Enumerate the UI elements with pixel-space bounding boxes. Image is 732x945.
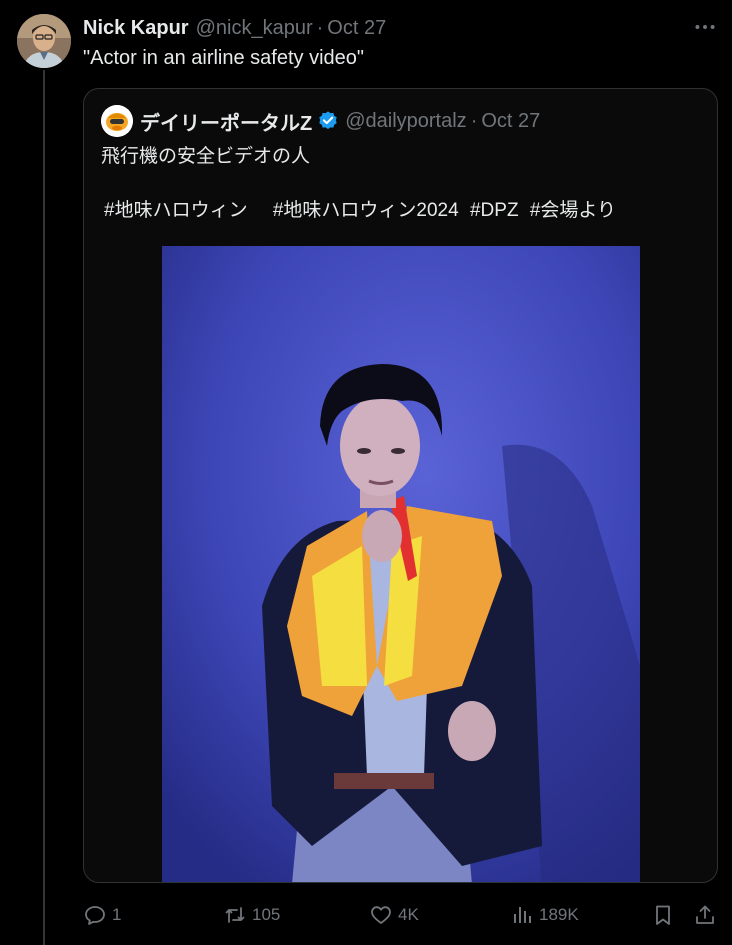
like-count: 4K (398, 905, 419, 924)
verified-icon[interactable] (317, 110, 339, 132)
hashtag[interactable]: #DPZ (470, 200, 519, 221)
quoted-post-header: デイリーポータルZ @dailyportalz · Oct 27 (140, 107, 540, 135)
share-button[interactable] (693, 900, 722, 930)
quoted-hashtags: #地味ハロウィン #地味ハロウィン2024 #DPZ #会場より (104, 197, 636, 225)
post-date[interactable]: Oct 27 (327, 17, 386, 40)
quoted-meta-separator: · (470, 109, 478, 132)
quoted-author-handle[interactable]: @dailyportalz (345, 110, 466, 133)
meta-separator: · (316, 16, 324, 39)
like-button[interactable]: 4K (369, 900, 419, 930)
bookmark-button[interactable] (651, 900, 680, 930)
like-icon (371, 906, 391, 924)
views-button[interactable]: 189K (510, 900, 579, 930)
dpz-logo-icon (101, 105, 133, 137)
action-bar: 1 105 4K 189K (83, 900, 723, 930)
avatar-photo (17, 14, 71, 68)
views-count: 189K (539, 905, 579, 924)
reply-icon (85, 906, 105, 925)
more-icon[interactable] (692, 14, 718, 40)
quoted-author-name[interactable]: デイリーポータルZ (140, 107, 312, 136)
post-header: Nick Kapur @nick_kapur · Oct 27 (83, 14, 386, 42)
hashtag[interactable]: #会場より (530, 200, 616, 221)
reply-button[interactable]: 1 (83, 900, 121, 930)
quoted-post-date[interactable]: Oct 27 (481, 110, 540, 133)
author-name[interactable]: Nick Kapur (83, 17, 189, 40)
bookmark-icon (656, 905, 670, 925)
repost-button[interactable]: 105 (223, 900, 280, 930)
hashtag[interactable]: #地味ハロウィン2024 (273, 200, 459, 221)
quoted-post-text: 飛行機の安全ビデオの人 (101, 146, 311, 167)
views-icon (514, 907, 531, 923)
repost-icon (225, 907, 245, 923)
post-text: "Actor in an airline safety video" (83, 47, 365, 69)
author-handle[interactable]: @nick_kapur (196, 17, 313, 40)
hashtag[interactable]: #地味ハロウィン (104, 200, 248, 221)
quoted-post-card[interactable]: デイリーポータルZ @dailyportalz · Oct 27 飛行機の安全ビ… (83, 88, 718, 883)
photo-image (162, 246, 640, 882)
quoted-author-avatar[interactable] (101, 105, 133, 137)
repost-count: 105 (252, 905, 281, 924)
thread-line (43, 70, 45, 945)
quoted-post-photo[interactable] (162, 246, 640, 882)
reply-count: 1 (112, 905, 122, 924)
share-icon (696, 905, 714, 924)
author-avatar[interactable] (17, 14, 71, 68)
